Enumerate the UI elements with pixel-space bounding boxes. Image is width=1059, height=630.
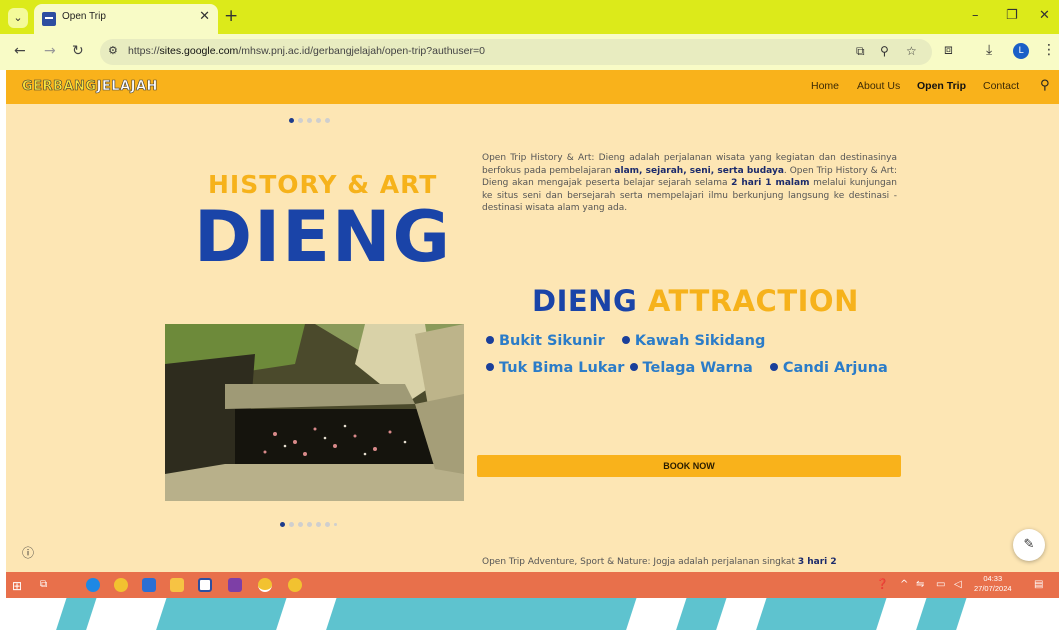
taskbar-clock[interactable]: 04:33 27/07/2024	[974, 574, 1012, 594]
next-trip-description: Open Trip Adventure, Sport & Nature: Jog…	[482, 557, 837, 567]
bullet-icon	[486, 336, 494, 344]
bullet-icon	[769, 363, 778, 371]
app-icon[interactable]	[198, 578, 212, 592]
battery-icon[interactable]: ▭	[936, 579, 945, 590]
chrome-icon[interactable]	[114, 578, 128, 592]
top-carousel-indicator[interactable]	[289, 118, 330, 123]
carousel-dot[interactable]	[316, 118, 321, 123]
chrome-active-icon[interactable]	[258, 578, 272, 592]
carousel-dot[interactable]	[289, 522, 294, 527]
edit-pencil-icon[interactable]: ✎	[1013, 529, 1045, 561]
carousel-dot[interactable]	[280, 522, 285, 527]
url-text[interactable]: https://sites.google.com/mhsw.pnj.ac.id/…	[128, 45, 485, 57]
slack-icon[interactable]	[228, 578, 242, 592]
nav-open-trip[interactable]: Open Trip	[917, 80, 966, 92]
bullet-icon	[486, 363, 494, 371]
nav-home[interactable]: Home	[811, 80, 839, 92]
trip-description: Open Trip History & Art: Dieng adalah pe…	[482, 153, 897, 213]
search-icon[interactable]: ⚲	[1040, 78, 1050, 93]
browser-tab[interactable]: Open Trip ✕	[34, 4, 218, 34]
store-icon[interactable]	[142, 578, 156, 592]
profile-avatar[interactable]: L	[1013, 43, 1029, 59]
volume-icon[interactable]: ◁	[954, 579, 962, 590]
attraction-item: Kawah Sikidang	[621, 333, 765, 349]
site-header: GERBANGJELAJAH Home About Us Open Trip C…	[6, 70, 1059, 104]
new-tab-button[interactable]: +	[224, 6, 238, 26]
google-sites-icon	[42, 12, 56, 26]
forward-icon[interactable]: →	[44, 43, 56, 59]
chrome-icon[interactable]	[288, 578, 302, 592]
site-info-icon[interactable]: ⚙	[108, 44, 118, 57]
carousel-dot[interactable]	[334, 523, 337, 526]
help-icon[interactable]: ❓	[876, 579, 888, 590]
bullet-icon	[621, 336, 630, 344]
windows-start-icon[interactable]: ⊞	[12, 579, 22, 593]
attraction-heading: DIENG ATTRACTION	[532, 284, 859, 318]
close-window-icon[interactable]: ✕	[1039, 8, 1050, 23]
reload-icon[interactable]: ↻	[72, 43, 84, 59]
bullet-icon	[629, 363, 638, 371]
task-view-icon[interactable]: ⧉	[40, 579, 47, 590]
browser-toolbar: ← → ↻ ⚙ https://sites.google.com/mhsw.pn…	[0, 34, 1059, 70]
carousel-dot[interactable]	[298, 118, 303, 123]
browser-tab-strip: ⌄ Open Trip ✕ + – ❐ ✕	[0, 0, 1059, 34]
more-menu-icon[interactable]: ⋮	[1042, 42, 1056, 58]
info-icon[interactable]: ⓘ	[22, 544, 34, 561]
minimize-icon[interactable]: –	[972, 8, 979, 23]
translate-icon[interactable]: ⧉	[856, 44, 865, 59]
carousel-dot[interactable]	[289, 118, 294, 123]
tab-title: Open Trip	[62, 11, 106, 22]
hero-title: DIENG	[194, 196, 453, 278]
page-content: HISTORY & ART DIENG Open Trip History & …	[6, 104, 1059, 572]
attraction-item: Candi Arjuna	[769, 360, 888, 376]
nav-about-us[interactable]: About Us	[857, 80, 900, 92]
restore-icon[interactable]: ❐	[1006, 8, 1018, 23]
dieng-site-photo	[165, 324, 464, 501]
attraction-item: Telaga Warna	[629, 360, 753, 376]
carousel-dot[interactable]	[325, 118, 330, 123]
site-logo[interactable]: GERBANGJELAJAH	[22, 79, 158, 95]
carousel-dot[interactable]	[307, 118, 312, 123]
notification-icon[interactable]: ▤	[1034, 579, 1043, 590]
download-icon[interactable]: ⤓	[986, 42, 992, 58]
bottom-carousel-indicator[interactable]	[280, 522, 337, 527]
carousel-dot[interactable]	[325, 522, 330, 527]
book-now-button[interactable]: BOOK NOW	[477, 455, 901, 477]
extensions-icon[interactable]: ⧈	[944, 42, 953, 58]
bookmark-star-icon[interactable]: ☆	[906, 44, 917, 58]
attraction-item: Bukit Sikunir	[486, 333, 605, 349]
attraction-item: Tuk Bima Lukar	[486, 360, 624, 376]
windows-taskbar: ⊞ ⧉ ❓ ^ ⇋ ▭ ◁ 04:33 27/07/2024 ▤	[6, 572, 1059, 598]
edge-icon[interactable]	[86, 578, 100, 592]
back-icon[interactable]: ←	[14, 43, 26, 59]
carousel-dot[interactable]	[307, 522, 312, 527]
network-icon[interactable]: ⇋	[916, 579, 924, 590]
attraction-list: Bukit Sikunir Kawah Sikidang Tuk Bima Lu…	[486, 330, 916, 384]
tray-chevron-icon[interactable]: ^	[900, 579, 908, 590]
close-tab-icon[interactable]: ✕	[199, 9, 210, 24]
carousel-dot[interactable]	[298, 522, 303, 527]
address-bar[interactable]: ⚙ https://sites.google.com/mhsw.pnj.ac.i…	[100, 39, 932, 65]
tab-search-button[interactable]: ⌄	[8, 8, 28, 28]
carousel-dot[interactable]	[316, 522, 321, 527]
zoom-icon[interactable]: ⚲	[880, 44, 889, 58]
file-explorer-icon[interactable]	[170, 578, 184, 592]
nav-contact[interactable]: Contact	[983, 80, 1019, 92]
hero-subtitle: HISTORY & ART	[208, 170, 438, 199]
